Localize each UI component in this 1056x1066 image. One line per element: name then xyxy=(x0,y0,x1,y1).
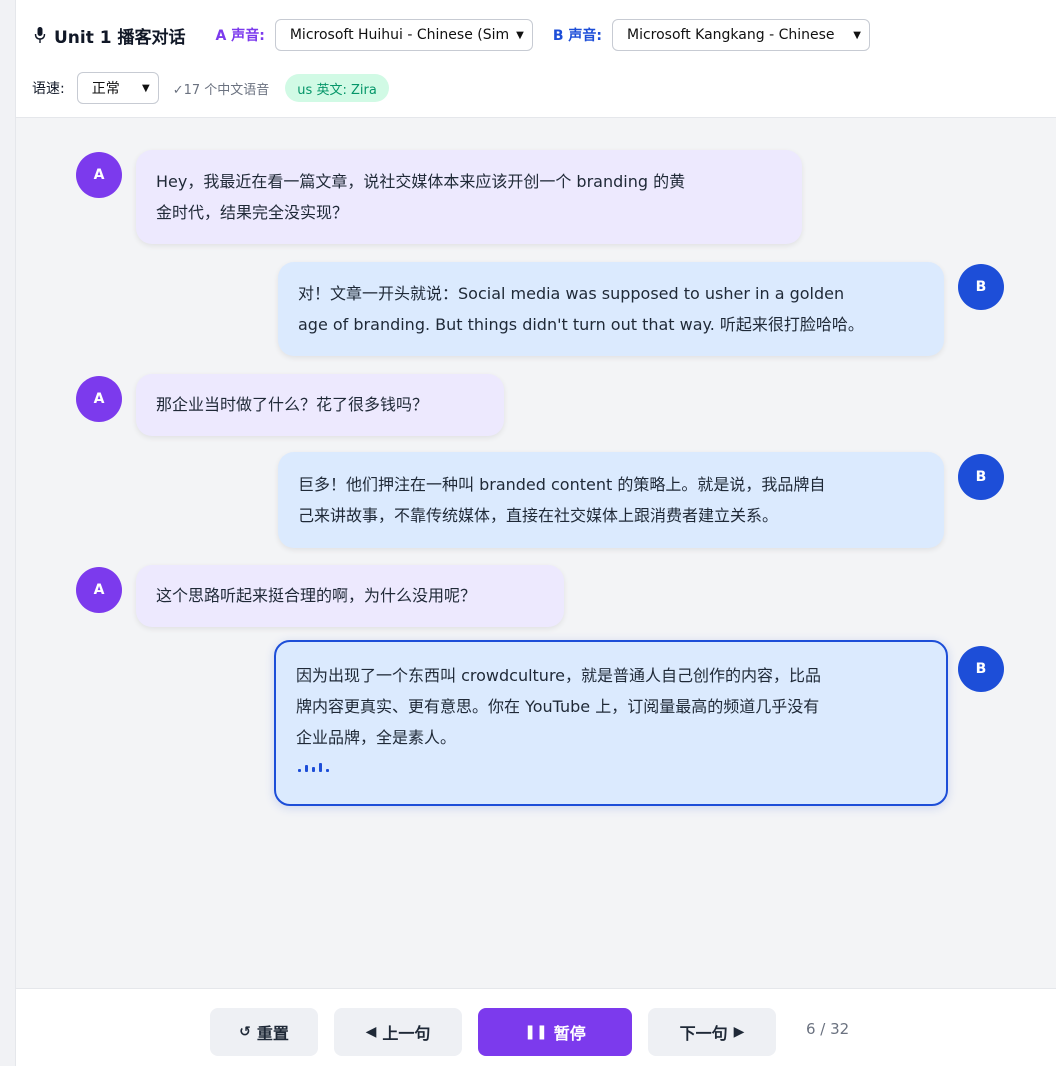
message-line: 己来讲故事，不靠传统媒体，直接在社交媒体上跟消费者建立关系。 xyxy=(298,506,779,525)
triangle-right-icon: ▶ xyxy=(733,1024,745,1040)
app-window: Unit 1 播客对话 A 声音: Microsoft Huihui - Chi… xyxy=(0,0,1056,1066)
message-line: 那企业当时做了什么？花了很多钱吗？ xyxy=(156,395,429,414)
reset-button[interactable]: ↺ 重置 xyxy=(210,1008,318,1056)
avatar-a: A xyxy=(76,152,122,198)
message-bubble[interactable]: 这个思路听起来挺合理的啊，为什么没用呢？ xyxy=(136,565,564,627)
message-line: 对！文章一开头就说：Social media was supposed to u… xyxy=(298,284,845,303)
message-bubble[interactable]: 巨多！他们押注在一种叫 branded content 的策略上。就是说，我品牌… xyxy=(278,452,944,548)
message-line: Hey，我最近在看一篇文章，说社交媒体本来应该开创一个 branding 的黄 xyxy=(156,172,686,191)
message-line: 金时代，结果完全没实现？ xyxy=(156,203,349,222)
voice-b-value: Microsoft Kangkang - Chinese xyxy=(627,27,835,43)
avatar-b: B xyxy=(958,454,1004,500)
message-line: 巨多！他们押注在一种叫 branded content 的策略上。就是说，我品牌… xyxy=(298,475,826,494)
triangle-left-icon: ◀ xyxy=(365,1024,377,1040)
sound-wave-icon xyxy=(298,763,329,772)
title-text: Unit 1 播客对话 xyxy=(54,27,186,48)
header-bar: Unit 1 播客对话 A 声音: Microsoft Huihui - Chi… xyxy=(16,0,1056,118)
sentence-progress: 6 / 32 xyxy=(806,1020,850,1038)
pause-button[interactable]: ❚❚ 暂停 xyxy=(478,1008,632,1056)
title-row: Unit 1 播客对话 A 声音: Microsoft Huihui - Chi… xyxy=(34,18,870,52)
voice-count: ✓17 个中文语音 xyxy=(172,82,270,98)
speed-value: 正常 xyxy=(91,81,120,97)
pause-label: 暂停 xyxy=(553,1024,586,1043)
speed-select[interactable]: 正常 ▼ xyxy=(76,72,159,104)
microphone-icon xyxy=(34,27,46,43)
voice-a-select[interactable]: Microsoft Huihui - Chinese (Sim ▼ xyxy=(274,19,533,51)
voice-a-value: Microsoft Huihui - Chinese (Sim xyxy=(289,27,510,43)
message-bubble[interactable]: Hey，我最近在看一篇文章，说社交媒体本来应该开创一个 branding 的黄 … xyxy=(136,150,802,244)
english-voice-badge: us 英文: Zira xyxy=(285,74,389,102)
reset-label: 重置 xyxy=(256,1024,289,1043)
control-bar: ↺ 重置 ◀ 上一句 ❚❚ 暂停 下一句 ▶ 6 / 32 xyxy=(16,988,1056,1066)
reset-icon: ↺ xyxy=(239,1024,251,1040)
window-edge xyxy=(0,0,16,1066)
pause-icon: ❚❚ xyxy=(524,1024,548,1040)
avatar-a: A xyxy=(76,376,122,422)
message-line: 牌内容更真实、更有意思。你在 YouTube 上，订阅量最高的频道几乎没有 xyxy=(296,697,820,716)
avatar-b: B xyxy=(958,264,1004,310)
voice-b-label: B 声音: xyxy=(552,28,602,44)
avatar-a: A xyxy=(76,567,122,613)
next-label: 下一句 xyxy=(679,1024,728,1043)
chevron-down-icon: ▼ xyxy=(516,29,524,41)
voice-b-select[interactable]: Microsoft Kangkang - Chinese ▼ xyxy=(612,19,870,51)
conversation-area[interactable]: A Hey，我最近在看一篇文章，说社交媒体本来应该开创一个 branding 的… xyxy=(16,118,1056,988)
avatar-b: B xyxy=(958,646,1004,692)
active-message-bubble[interactable]: 因为出现了一个东西叫 crowdculture，就是普通人自己创作的内容，比品 … xyxy=(274,640,948,806)
chevron-down-icon: ▼ xyxy=(142,82,150,94)
message-line: 企业品牌，全是素人。 xyxy=(296,728,457,747)
prev-label: 上一句 xyxy=(382,1024,431,1043)
chevron-down-icon: ▼ xyxy=(853,29,861,41)
speed-label: 语速: xyxy=(32,81,65,97)
voice-a-label: A 声音: xyxy=(215,28,265,44)
message-line: 这个思路听起来挺合理的啊，为什么没用呢？ xyxy=(156,586,477,605)
message-line: 因为出现了一个东西叫 crowdculture，就是普通人自己创作的内容，比品 xyxy=(296,666,822,685)
next-sentence-button[interactable]: 下一句 ▶ xyxy=(648,1008,776,1056)
message-line: age of branding. But things didn't turn … xyxy=(298,315,864,334)
message-bubble[interactable]: 对！文章一开头就说：Social media was supposed to u… xyxy=(278,262,944,356)
message-bubble[interactable]: 那企业当时做了什么？花了很多钱吗？ xyxy=(136,374,504,436)
page-title: Unit 1 播客对话 xyxy=(34,23,186,48)
settings-row: 语速: 正常 ▼ ✓17 个中文语音 us 英文: Zira xyxy=(32,71,389,105)
prev-sentence-button[interactable]: ◀ 上一句 xyxy=(334,1008,462,1056)
